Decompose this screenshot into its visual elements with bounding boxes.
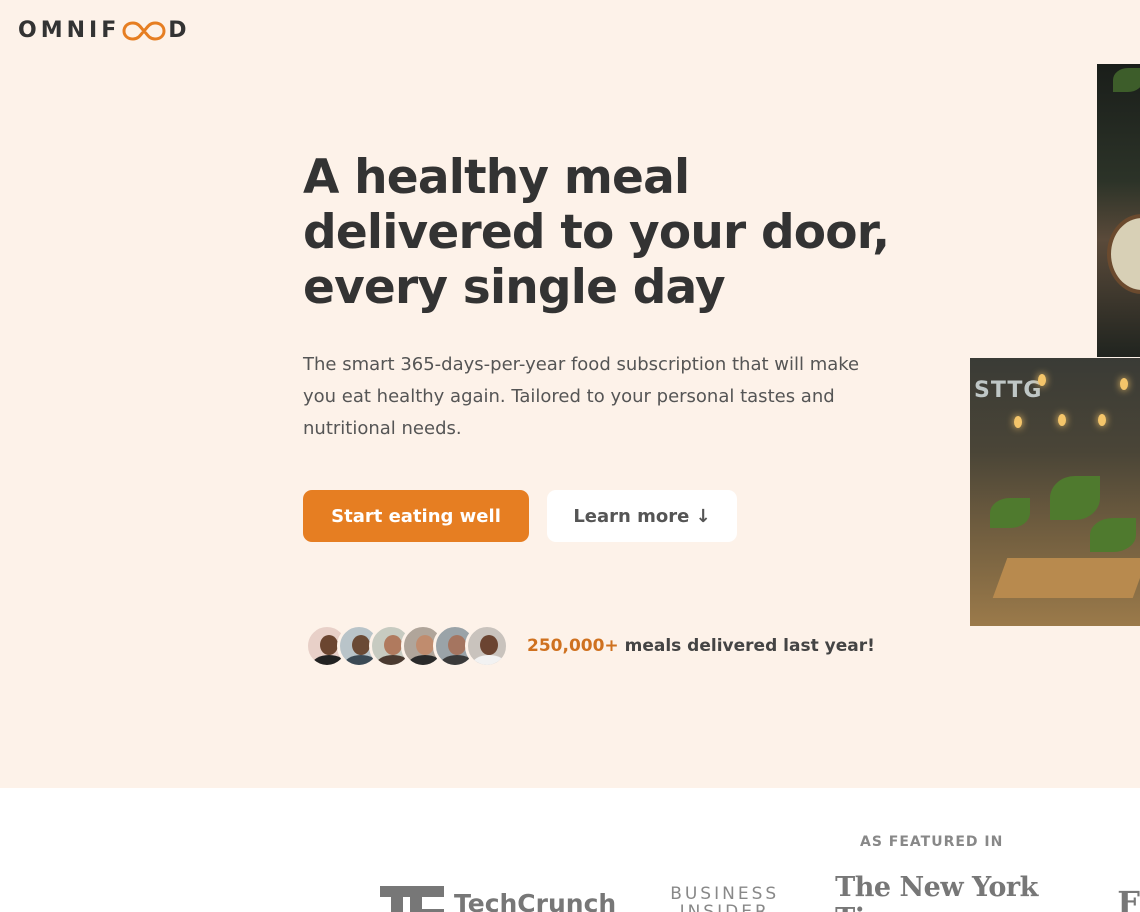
hero-image: STTG bbox=[970, 64, 1140, 626]
omnifood-logo[interactable]: OMNIF D bbox=[18, 18, 191, 43]
headline-line-1: A healthy meal bbox=[303, 150, 690, 205]
hero-section: A healthy meal delivered to your door, e… bbox=[0, 64, 1140, 788]
hero-buttons: Start eating well Learn more ↓ bbox=[303, 490, 737, 542]
hero-description: The smart 365-days-per-year food subscri… bbox=[303, 354, 860, 439]
logo-text-left: OMNIF bbox=[18, 18, 121, 43]
customer-avatars bbox=[305, 624, 509, 668]
hero-image-meal-bowl bbox=[1097, 64, 1140, 357]
techcrunch-mark-icon bbox=[380, 886, 444, 912]
business-insider-logo: BUSINESS INSIDER bbox=[670, 885, 779, 912]
delivered-meals: 250,000+ meals delivered last year! bbox=[305, 624, 875, 668]
site-header: OMNIF D bbox=[0, 0, 1140, 64]
infinity-logo-icon bbox=[122, 20, 166, 42]
serving-board-shape bbox=[992, 558, 1140, 598]
ceiling-light bbox=[1120, 378, 1128, 390]
delivered-meals-number: 250,000+ bbox=[527, 636, 619, 656]
featured-logos: TechCrunch BUSINESS INSIDER The New York… bbox=[380, 872, 1140, 912]
headline-line-2: delivered to your door, bbox=[303, 205, 890, 260]
customer-avatar bbox=[465, 624, 509, 668]
delivered-meals-label: meals delivered last year! bbox=[618, 636, 875, 656]
techcrunch-logo: TechCrunch bbox=[380, 886, 616, 912]
hero-image-restaurant: STTG bbox=[970, 358, 1140, 626]
ceiling-light bbox=[1098, 414, 1106, 426]
logo-text-right: D bbox=[168, 18, 191, 43]
hero-text-box: A healthy meal delivered to your door, e… bbox=[303, 150, 893, 445]
featured-in-section: AS FEATURED IN TechCrunch BUSINESS INSID… bbox=[0, 788, 1140, 912]
business-insider-line-2: INSIDER bbox=[679, 902, 770, 912]
ceiling-light bbox=[1058, 414, 1066, 426]
plant-shape bbox=[1050, 476, 1100, 520]
plant-shape bbox=[1090, 518, 1136, 552]
hero-headline: A healthy meal delivered to your door, e… bbox=[303, 150, 893, 315]
learn-more-button[interactable]: Learn more ↓ bbox=[547, 490, 737, 542]
techcrunch-logo-text: TechCrunch bbox=[454, 888, 617, 912]
ceiling-light bbox=[1038, 374, 1046, 386]
headline-line-3: every single day bbox=[303, 260, 726, 315]
herb-leaf-shape bbox=[1113, 68, 1140, 92]
ceiling-light bbox=[1014, 416, 1022, 428]
business-insider-line-1: BUSINESS bbox=[670, 884, 780, 904]
restaurant-sign: STTG bbox=[974, 378, 1043, 403]
delivered-meals-text: 250,000+ meals delivered last year! bbox=[527, 636, 875, 656]
forbes-logo: F bbox=[1117, 884, 1140, 912]
bowl-shape bbox=[1107, 214, 1140, 294]
start-eating-well-button[interactable]: Start eating well bbox=[303, 490, 529, 542]
featured-in-title: AS FEATURED IN bbox=[860, 834, 1004, 850]
plant-shape bbox=[990, 498, 1030, 528]
new-york-times-logo: The New York Times bbox=[835, 872, 1038, 912]
